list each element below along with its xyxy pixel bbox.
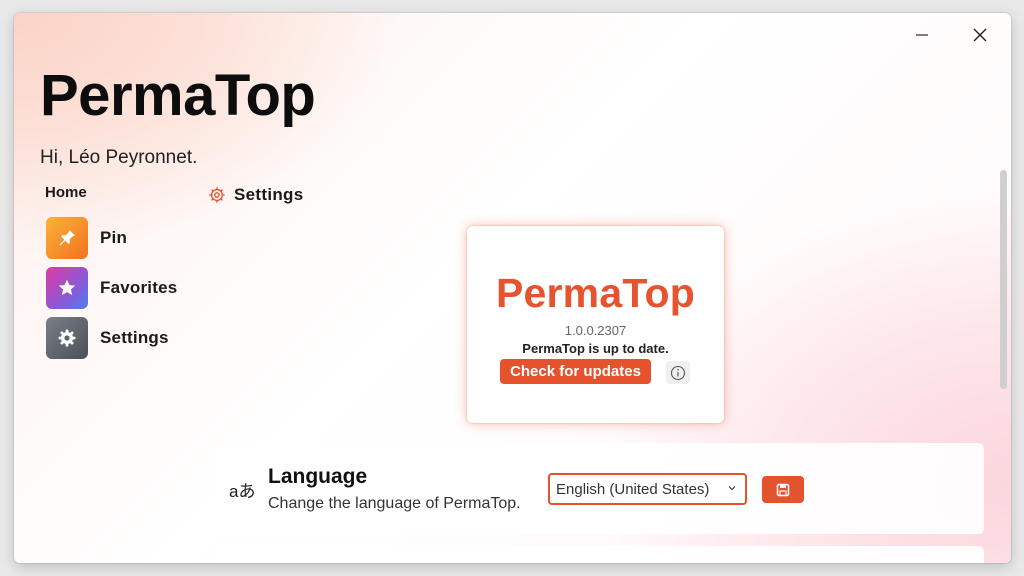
sidebar-item-pin[interactable]: Pin bbox=[46, 217, 226, 259]
about-card: PermaTop 1.0.0.2307 PermaTop is up to da… bbox=[467, 226, 724, 423]
next-setting-card bbox=[216, 546, 984, 563]
breadcrumb: Settings bbox=[208, 185, 303, 205]
about-app-title: PermaTop bbox=[495, 270, 696, 316]
app-title: PermaTop bbox=[40, 63, 316, 128]
version-text: 1.0.0.2307 bbox=[564, 323, 627, 338]
language-title: Language bbox=[268, 465, 368, 488]
gear-icon bbox=[46, 317, 88, 359]
language-select[interactable]: English (United States) bbox=[548, 473, 747, 505]
star-icon bbox=[46, 267, 88, 309]
scrollbar[interactable] bbox=[1000, 170, 1007, 389]
language-setting-card: aあ Language Change the language of Perma… bbox=[216, 443, 984, 534]
sidebar-item-label: Pin bbox=[100, 228, 128, 247]
close-icon bbox=[973, 28, 987, 42]
nav-home-link[interactable]: Home bbox=[45, 184, 87, 201]
sidebar-item-favorites[interactable]: Favorites bbox=[46, 267, 226, 309]
update-status-text: PermaTop is up to date. bbox=[522, 341, 669, 356]
sidebar-item-settings[interactable]: Settings bbox=[46, 317, 226, 359]
page-title: Settings bbox=[234, 185, 304, 204]
pin-icon bbox=[46, 217, 88, 259]
language-icon: aあ bbox=[229, 482, 256, 501]
minimize-button[interactable] bbox=[904, 21, 940, 49]
language-selected-value: English (United States) bbox=[556, 480, 710, 498]
save-language-button[interactable] bbox=[762, 476, 804, 503]
sidebar-item-label: Settings bbox=[100, 328, 169, 347]
close-button[interactable] bbox=[962, 21, 998, 49]
minimize-icon bbox=[916, 34, 928, 36]
app-window: PermaTop Hi, Léo Peyronnet. Home Pin Fav… bbox=[14, 13, 1011, 563]
language-description: Change the language of PermaTop. bbox=[268, 495, 521, 512]
info-button[interactable] bbox=[666, 361, 690, 384]
gear-outline-icon bbox=[209, 187, 225, 203]
chevron-down-icon bbox=[728, 486, 736, 491]
greeting-text: Hi, Léo Peyronnet. bbox=[40, 147, 198, 168]
sidebar-item-label: Favorites bbox=[100, 278, 178, 297]
info-icon bbox=[670, 365, 686, 380]
check-for-updates-button[interactable]: Check for updates bbox=[500, 359, 651, 384]
save-icon bbox=[776, 483, 790, 496]
